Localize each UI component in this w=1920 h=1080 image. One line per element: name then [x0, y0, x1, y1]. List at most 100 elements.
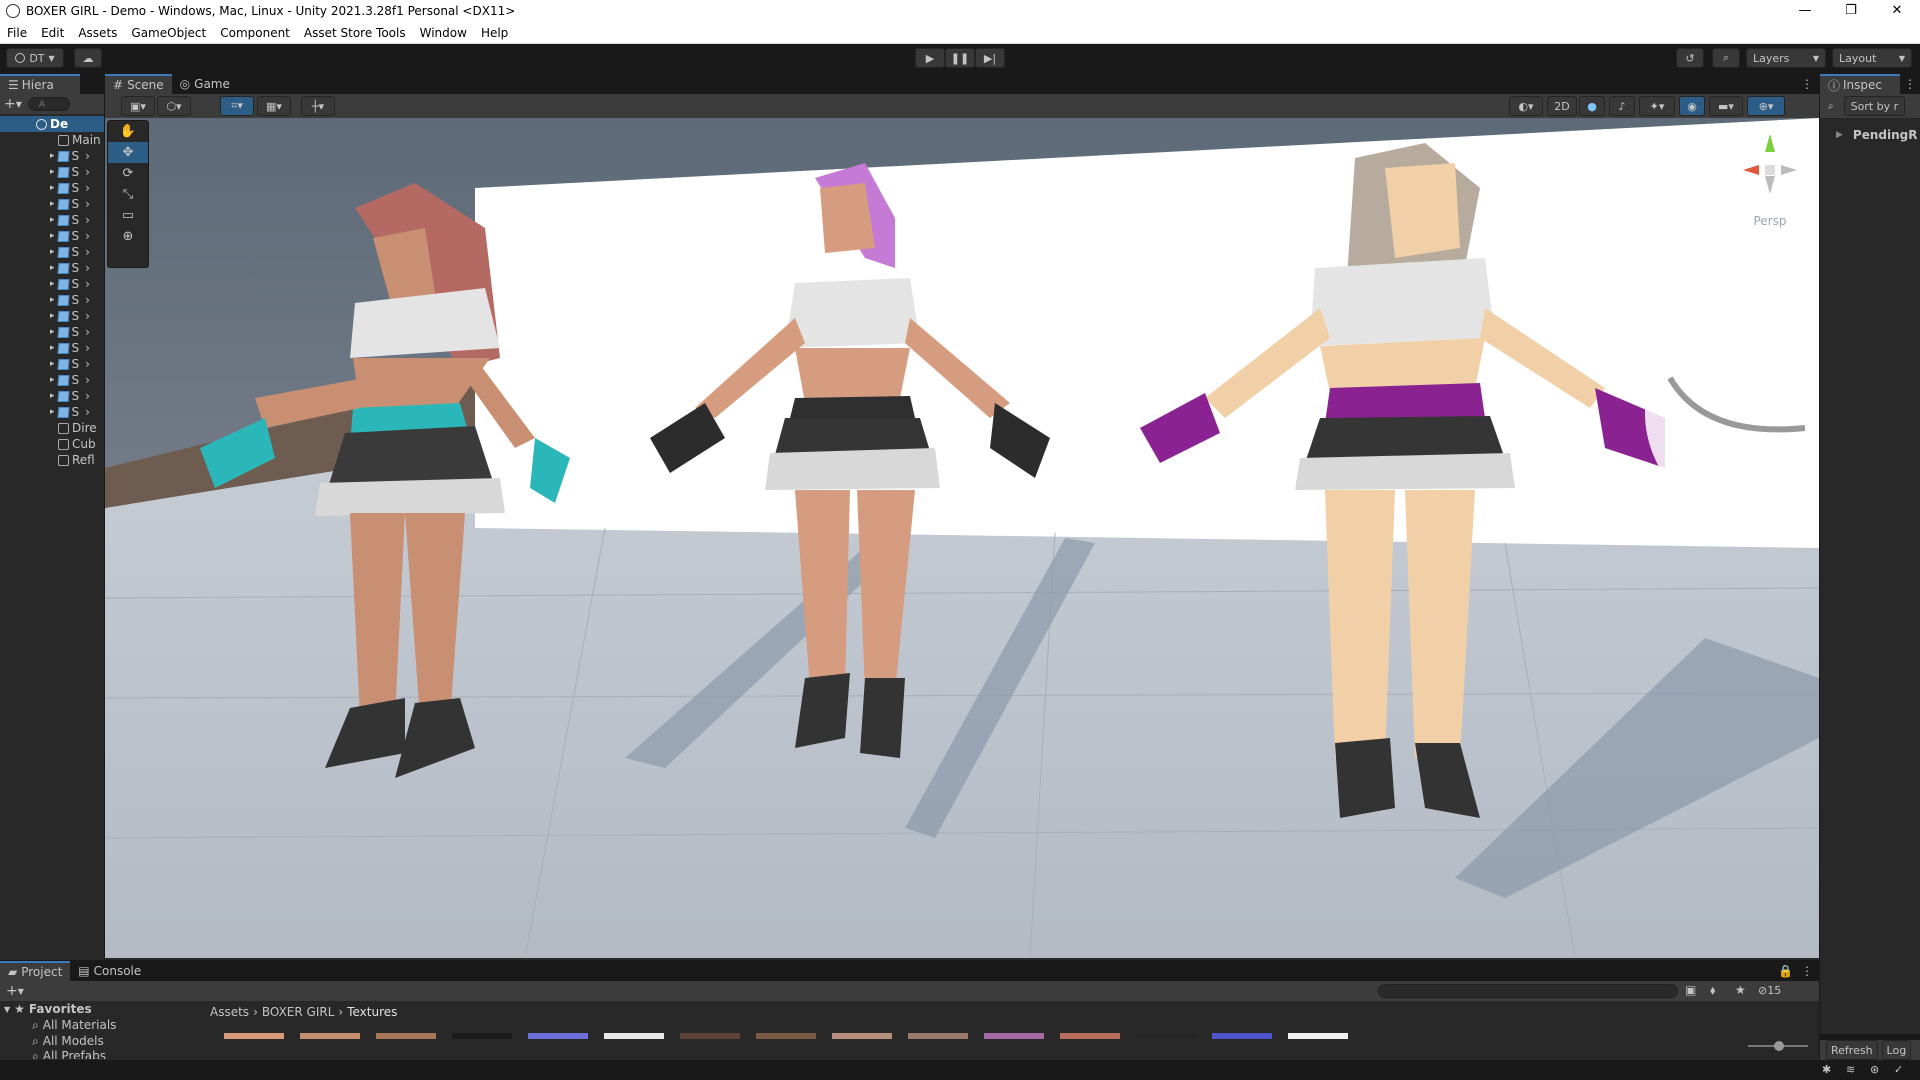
hierarchy-item[interactable]: ▸ S ›: [0, 180, 104, 196]
texture-thumbnail[interactable]: [1288, 1033, 1348, 1039]
2d-toggle[interactable]: 2D: [1547, 96, 1577, 116]
expand-arrow-icon[interactable]: ▸: [50, 167, 55, 177]
account-dropdown[interactable]: DT ▼: [6, 48, 64, 68]
hierarchy-item[interactable]: Main: [0, 132, 104, 148]
orientation-gizmo[interactable]: [1725, 124, 1815, 214]
chevron-right-icon[interactable]: ›: [85, 293, 90, 307]
hierarchy-item[interactable]: ▸ S ›: [0, 164, 104, 180]
tab-project[interactable]: ▰ Project: [0, 961, 71, 981]
view-mode-dropdown[interactable]: ⬡▾: [157, 96, 191, 116]
move-tool[interactable]: ✥: [108, 142, 148, 163]
texture-thumbnail[interactable]: [376, 1033, 436, 1039]
texture-thumbnail[interactable]: [984, 1033, 1044, 1039]
search-button[interactable]: ⌕: [1712, 48, 1740, 68]
chevron-right-icon[interactable]: ›: [85, 325, 90, 339]
chevron-right-icon[interactable]: ›: [85, 245, 90, 259]
menu-asset-store-tools[interactable]: Asset Store Tools: [297, 26, 413, 40]
hidden-packages-toggle[interactable]: ⊘15: [1758, 984, 1781, 997]
log-button[interactable]: Log: [1881, 1040, 1912, 1060]
maximize-button[interactable]: ❐: [1828, 0, 1874, 22]
scale-tool[interactable]: ⤡: [108, 184, 148, 205]
chevron-right-icon[interactable]: ›: [85, 213, 90, 227]
refresh-button[interactable]: Refresh: [1826, 1040, 1878, 1060]
expand-arrow-icon[interactable]: ▸: [50, 375, 55, 385]
expand-arrow-icon[interactable]: ▸: [50, 391, 55, 401]
expand-arrow-icon[interactable]: ▸: [50, 295, 55, 305]
scene-visibility-toggle[interactable]: ◉: [1679, 96, 1705, 116]
draw-mode-dropdown[interactable]: ▣▾: [121, 96, 155, 116]
expand-arrow-icon[interactable]: ▸: [50, 279, 55, 289]
hierarchy-item[interactable]: ▸ S ›: [0, 372, 104, 388]
lock-icon[interactable]: 🔒: [1778, 961, 1793, 981]
chevron-right-icon[interactable]: ›: [85, 277, 90, 291]
hierarchy-item[interactable]: Cub: [0, 436, 104, 452]
texture-thumbnail[interactable]: [756, 1033, 816, 1039]
scene-viewport[interactable]: ✋ ✥ ⟳ ⤡ ▭ ⊕ Persp: [105, 118, 1819, 958]
texture-thumbnail[interactable]: [1136, 1033, 1196, 1039]
hierarchy-item[interactable]: ▸ S ›: [0, 148, 104, 164]
search-icon[interactable]: ⌕: [1828, 101, 1834, 112]
play-button[interactable]: ▶: [915, 48, 945, 68]
pause-button[interactable]: ❚❚: [945, 48, 975, 68]
expand-arrow-icon[interactable]: ▸: [50, 343, 55, 353]
expand-arrow-icon[interactable]: ▸: [50, 327, 55, 337]
favorite-item[interactable]: ⌕ All Models: [0, 1033, 200, 1049]
chevron-right-icon[interactable]: ›: [85, 149, 90, 163]
texture-thumbnail[interactable]: [224, 1033, 284, 1039]
chevron-right-icon[interactable]: ›: [85, 389, 90, 403]
expand-arrow-icon[interactable]: ▸: [50, 263, 55, 273]
menu-gameobject[interactable]: GameObject: [124, 26, 213, 40]
menu-edit[interactable]: Edit: [34, 26, 71, 40]
texture-thumbnail[interactable]: [908, 1033, 968, 1039]
chevron-right-icon[interactable]: ›: [85, 357, 90, 371]
hierarchy-search-input[interactable]: [27, 97, 70, 111]
chevron-down-icon[interactable]: ▼: [16, 100, 22, 109]
hierarchy-item[interactable]: Dire: [0, 420, 104, 436]
grid-snapping-dropdown[interactable]: ⌗▾: [220, 96, 254, 116]
close-button[interactable]: ✕: [1874, 0, 1920, 22]
hierarchy-item[interactable]: ▸ S ›: [0, 228, 104, 244]
scene-row[interactable]: De: [0, 116, 104, 132]
menu-component[interactable]: Component: [213, 26, 297, 40]
more-options-icon[interactable]: ⋮: [1801, 74, 1813, 94]
filter-type-icon[interactable]: ▣: [1685, 983, 1696, 997]
sort-dropdown[interactable]: Sort by r: [1843, 96, 1906, 116]
project-search-input[interactable]: [1378, 984, 1678, 998]
lighting-toggle[interactable]: ●: [1579, 96, 1605, 116]
expand-arrow-icon[interactable]: ▸: [50, 231, 55, 241]
ruler-dropdown[interactable]: ┼▾: [301, 96, 335, 116]
more-options-icon[interactable]: ⋮: [1904, 74, 1916, 94]
chevron-right-icon[interactable]: ›: [85, 165, 90, 179]
menu-assets[interactable]: Assets: [71, 26, 124, 40]
texture-thumbnail[interactable]: [604, 1033, 664, 1039]
texture-thumbnail[interactable]: [1212, 1033, 1272, 1039]
hierarchy-item[interactable]: ▸ S ›: [0, 276, 104, 292]
undo-history-button[interactable]: ↺: [1676, 48, 1704, 68]
expand-arrow-icon[interactable]: ▸: [50, 215, 55, 225]
rect-tool[interactable]: ▭: [108, 205, 148, 226]
hierarchy-item[interactable]: Refl: [0, 452, 104, 468]
step-button[interactable]: ▶|: [975, 48, 1005, 68]
menu-window[interactable]: Window: [413, 26, 474, 40]
chevron-right-icon[interactable]: ›: [85, 261, 90, 275]
favorite-item[interactable]: ⌕ All Prefabs: [0, 1049, 200, 1059]
chevron-right-icon[interactable]: ›: [85, 373, 90, 387]
chevron-right-icon[interactable]: ›: [85, 341, 90, 355]
minimize-button[interactable]: —: [1782, 0, 1828, 22]
expand-arrow-icon[interactable]: ▸: [50, 359, 55, 369]
tab-hierarchy[interactable]: ☰ Hiera: [0, 74, 80, 94]
tab-inspector[interactable]: ⓘ Inspec: [1820, 74, 1900, 94]
more-options-icon[interactable]: ⋮: [1801, 961, 1813, 981]
breadcrumb-textures[interactable]: Textures: [347, 1005, 397, 1019]
filter-label-icon[interactable]: ⬧: [1710, 983, 1715, 998]
expand-arrow-icon[interactable]: ▸: [50, 199, 55, 209]
layers-dropdown[interactable]: Layers ▼: [1746, 48, 1826, 68]
tab-scene[interactable]: # Scene: [105, 74, 172, 94]
cloud-button[interactable]: ☁: [74, 48, 102, 68]
shading-mode-dropdown[interactable]: ◐▾: [1509, 96, 1543, 116]
thumbnail-size-slider[interactable]: [1748, 1041, 1808, 1051]
slider-handle[interactable]: [1774, 1041, 1784, 1051]
chevron-right-icon[interactable]: ›: [85, 405, 90, 419]
hierarchy-item[interactable]: ▸ S ›: [0, 324, 104, 340]
breadcrumb-assets[interactable]: Assets: [210, 1005, 249, 1019]
